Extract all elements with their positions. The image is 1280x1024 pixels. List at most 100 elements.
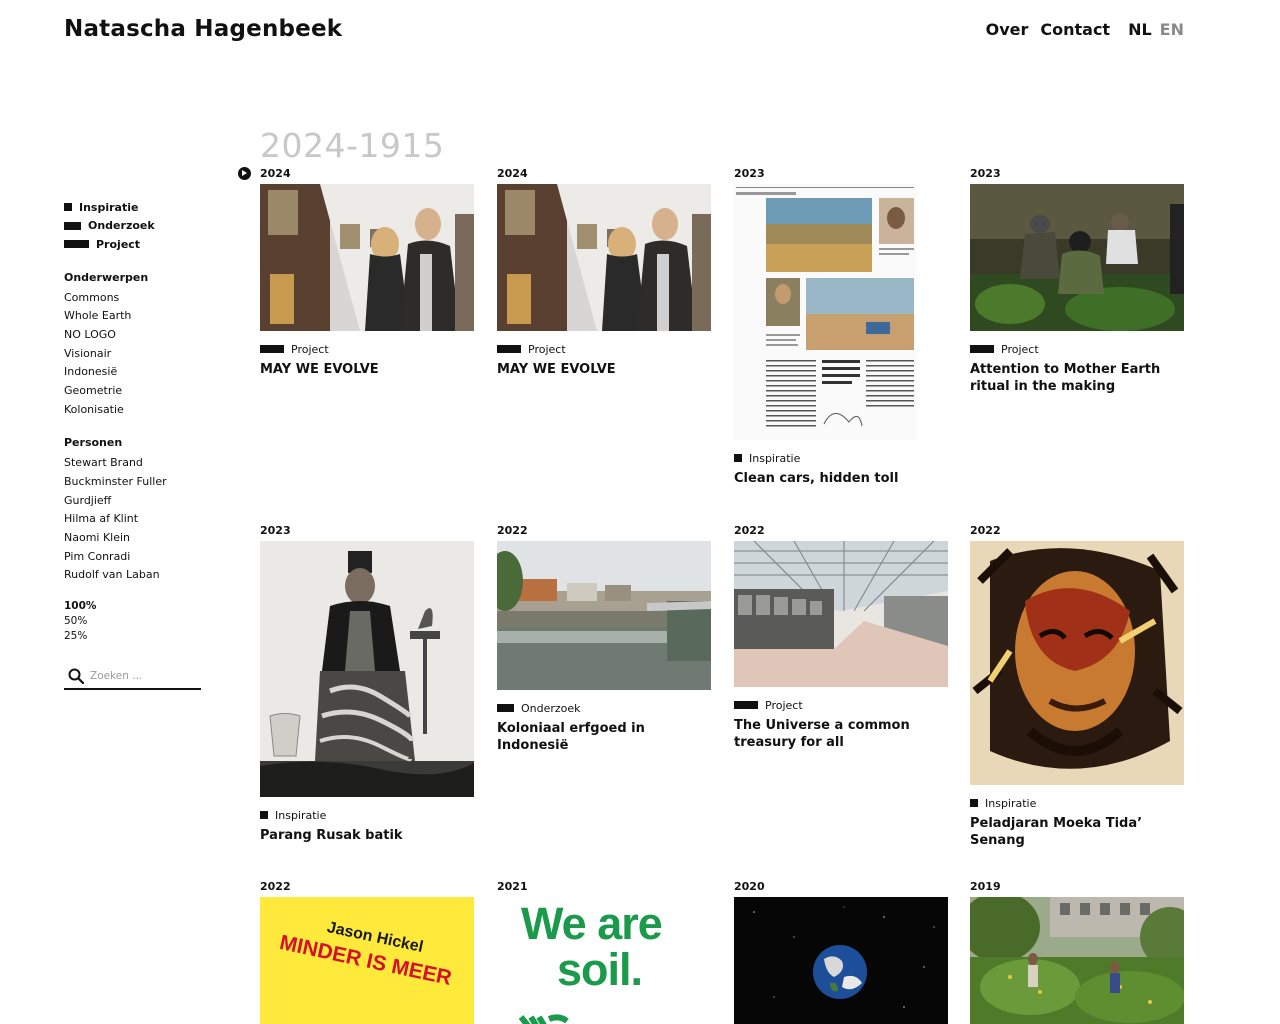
- project-marker: [260, 345, 284, 353]
- card-title[interactable]: The Universe a common treasury for all: [734, 717, 948, 751]
- card-year: 2023: [260, 524, 291, 537]
- card-image-painting[interactable]: [970, 541, 1184, 785]
- zoom-25[interactable]: 25%: [64, 629, 204, 644]
- topic-whole-earth[interactable]: Whole Earth: [64, 307, 204, 326]
- play-circle-icon[interactable]: [238, 167, 251, 180]
- filter-inspiratie[interactable]: Inspiratie: [64, 198, 204, 217]
- card-image-glass-hall[interactable]: [734, 541, 948, 687]
- project-marker: [64, 240, 89, 249]
- poster-fragment: [519, 1003, 589, 1024]
- card-garden-2019[interactable]: 2019: [970, 880, 1184, 1024]
- card-image-newspaper[interactable]: [734, 184, 916, 440]
- card-title[interactable]: Peladjaran Moeka Tida’ Senang: [970, 815, 1184, 849]
- card-year: 2022: [497, 524, 528, 537]
- card-category-label: Inspiratie: [749, 451, 801, 465]
- topic-commons[interactable]: Commons: [64, 289, 204, 308]
- people-list: Stewart Brand Buckminster Fuller Gurdjie…: [64, 454, 204, 585]
- card-year: 2020: [734, 880, 765, 893]
- card-image-garden[interactable]: [970, 184, 1184, 331]
- filter-label: Onderzoek: [88, 219, 155, 233]
- onderzoek-marker: [64, 221, 81, 230]
- card-image-book-cover[interactable]: Jason Hickel MINDER IS MEER: [260, 897, 474, 1024]
- filter-label: Project: [96, 237, 141, 251]
- card-category: Inspiratie: [970, 796, 1184, 810]
- topic-kolonisatie[interactable]: Kolonisatie: [64, 401, 204, 420]
- card-category-label: Project: [1001, 342, 1039, 356]
- search-input[interactable]: [90, 670, 190, 683]
- card-koloniaal-erfgoed[interactable]: 2022 Onderzoek Koloniaal erfgoed in Indo…: [497, 524, 711, 754]
- card-year: 2022: [734, 524, 765, 537]
- card-year: 2024: [497, 167, 528, 180]
- card-image-exhibition[interactable]: [260, 184, 474, 331]
- search-icon[interactable]: [68, 668, 84, 685]
- card-may-we-evolve-2[interactable]: 2024 Project MAY WE EVOLVE: [497, 167, 711, 378]
- topics-heading: Onderwerpen: [64, 270, 149, 284]
- card-title[interactable]: Koloniaal erfgoed in Indonesië: [497, 720, 711, 754]
- card-image-canal[interactable]: [497, 541, 711, 690]
- site-title[interactable]: Natascha Hagenbeek: [64, 16, 342, 42]
- card-image-earth[interactable]: [734, 897, 948, 1024]
- card-may-we-evolve-1[interactable]: 2024 Project MAY WE EVOLVE: [260, 167, 474, 378]
- nav-contact-link[interactable]: Contact: [1040, 20, 1110, 39]
- card-image-poster[interactable]: We are soil.: [497, 897, 711, 1024]
- nav-over-link[interactable]: Over: [986, 20, 1029, 39]
- card-category-label: Inspiratie: [985, 796, 1037, 810]
- top-nav: Over Contact NL EN: [974, 20, 1184, 39]
- person-naomi-klein[interactable]: Naomi Klein: [64, 529, 204, 548]
- filter-onderzoek[interactable]: Onderzoek: [64, 217, 204, 236]
- card-title[interactable]: Attention to Mother Earth ritual in the …: [970, 361, 1184, 395]
- card-year: 2022: [260, 880, 291, 893]
- lang-nl-link[interactable]: NL: [1128, 20, 1152, 39]
- inspiratie-marker: [970, 799, 978, 807]
- card-image-exhibition[interactable]: [497, 184, 711, 331]
- project-marker: [497, 345, 521, 353]
- card-category: Project: [734, 698, 948, 712]
- card-we-are-soil[interactable]: 2021 We are soil.: [497, 880, 711, 1024]
- page: Natascha Hagenbeek Over Contact NL EN 20…: [0, 0, 1280, 1024]
- card-title[interactable]: Clean cars, hidden toll: [734, 470, 948, 487]
- category-filters: Inspiratie Onderzoek Project: [64, 198, 204, 254]
- project-marker: [970, 345, 994, 353]
- card-year: 2022: [970, 524, 1001, 537]
- year-range-heading: 2024-1915: [260, 126, 445, 165]
- zoom-100[interactable]: 100%: [64, 599, 204, 614]
- zoom-50[interactable]: 50%: [64, 614, 204, 629]
- card-category-label: Project: [291, 342, 329, 356]
- card-earth[interactable]: 2020: [734, 880, 948, 1024]
- inspiratie-marker: [64, 203, 72, 212]
- language-switcher: NL EN: [1128, 20, 1184, 39]
- topic-visionair[interactable]: Visionair: [64, 345, 204, 364]
- card-clean-cars[interactable]: 2023 Inspiratie Clean cars, hidden toll: [734, 167, 948, 487]
- card-minder-is-meer[interactable]: 2022 Jason Hickel MINDER IS MEER: [260, 880, 474, 1024]
- person-gurdjieff[interactable]: Gurdjieff: [64, 492, 204, 511]
- card-title[interactable]: MAY WE EVOLVE: [497, 361, 711, 378]
- poster-line-1: We are: [521, 898, 663, 949]
- card-title[interactable]: Parang Rusak batik: [260, 827, 474, 844]
- topic-no-logo[interactable]: NO LOGO: [64, 326, 204, 345]
- card-mother-earth[interactable]: 2023 Project Attention to Mother Earth r…: [970, 167, 1184, 395]
- filter-project[interactable]: Project: [64, 235, 204, 254]
- card-category-label: Project: [765, 698, 803, 712]
- card-parang-rusak[interactable]: 2023 Inspiratie Parang Rusak batik: [260, 524, 474, 844]
- topic-geometrie[interactable]: Geometrie: [64, 382, 204, 401]
- person-buckminster-fuller[interactable]: Buckminster Fuller: [64, 473, 204, 492]
- person-hilma-af-klint[interactable]: Hilma af Klint: [64, 510, 204, 529]
- card-title[interactable]: MAY WE EVOLVE: [260, 361, 474, 378]
- card-category: Inspiratie: [734, 451, 948, 465]
- card-year: 2023: [734, 167, 765, 180]
- project-marker: [734, 701, 758, 709]
- card-category-label: Onderzoek: [521, 701, 581, 715]
- person-stewart-brand[interactable]: Stewart Brand: [64, 454, 204, 473]
- person-rudolf-van-laban[interactable]: Rudolf van Laban: [64, 566, 204, 585]
- card-year: 2024: [260, 167, 291, 180]
- person-pim-conradi[interactable]: Pim Conradi: [64, 548, 204, 567]
- card-peladjaran[interactable]: 2022 Inspiratie Peladjaran Moeka Tida’ S…: [970, 524, 1184, 849]
- lang-en-link[interactable]: EN: [1160, 20, 1184, 39]
- card-category: Project: [970, 342, 1184, 356]
- card-universe-treasury[interactable]: 2022 Project The Universe a common treas…: [734, 524, 948, 751]
- card-image-portrait[interactable]: [260, 541, 474, 797]
- people-heading: Personen: [64, 436, 123, 450]
- card-image-garden-green[interactable]: [970, 897, 1184, 1024]
- onderzoek-marker: [497, 704, 514, 712]
- topic-indonesie[interactable]: Indonesië: [64, 363, 204, 382]
